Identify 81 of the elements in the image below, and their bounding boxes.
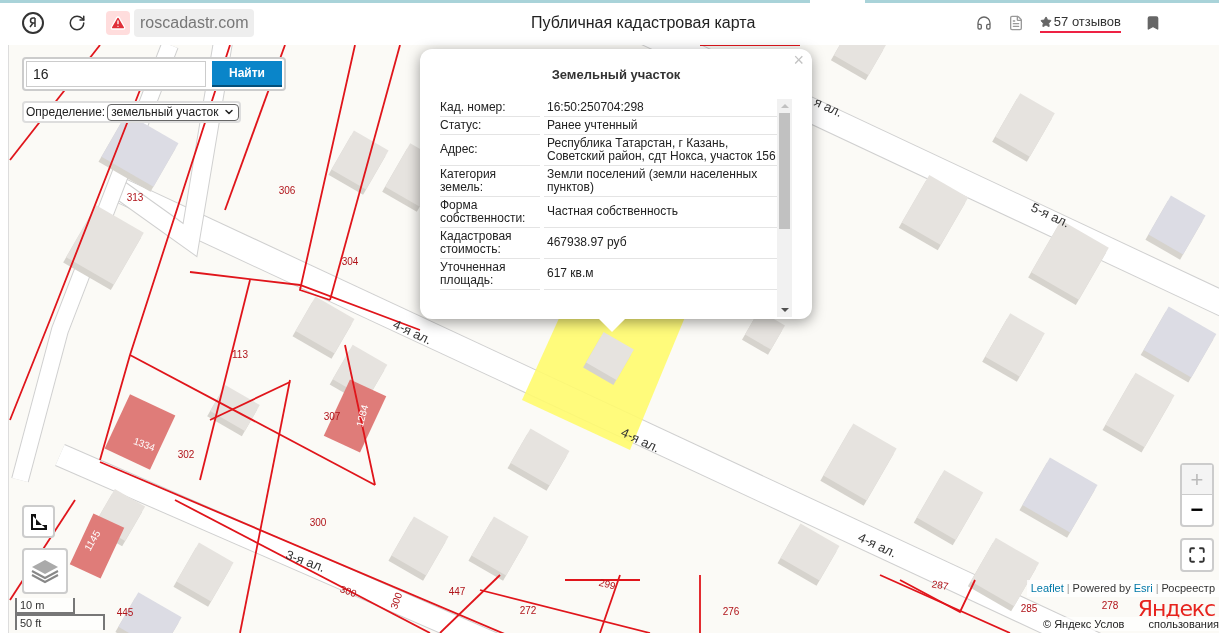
search-button[interactable]: Найти bbox=[212, 61, 282, 87]
address-bar[interactable]: roscadastr.com bbox=[134, 8, 255, 37]
esri-link[interactable]: Esri bbox=[1133, 580, 1153, 597]
reader-icon[interactable] bbox=[1007, 14, 1024, 31]
field-label: Категория земель: bbox=[440, 165, 540, 197]
field-label: Статус: bbox=[440, 116, 540, 135]
bookmark-icon[interactable] bbox=[1145, 14, 1161, 31]
building bbox=[982, 313, 1045, 382]
street-label: 5-я ал. bbox=[1028, 199, 1073, 231]
layers-button[interactable] bbox=[22, 548, 68, 594]
field-label: Адрес: bbox=[440, 134, 540, 166]
parcel-number: 287 bbox=[931, 578, 950, 592]
parcel-number: 113 bbox=[232, 348, 248, 360]
star-icon bbox=[1039, 15, 1052, 28]
separator: | bbox=[1155, 581, 1159, 596]
parcel-number: 300 bbox=[309, 516, 327, 528]
scale-bar: 50 ft bbox=[15, 614, 105, 630]
street-label: 4-я ал. bbox=[855, 529, 900, 561]
security-warning-icon[interactable] bbox=[106, 10, 130, 35]
scrollbar[interactable] bbox=[777, 98, 792, 317]
building bbox=[992, 93, 1055, 162]
letter-logo-icon bbox=[29, 17, 37, 28]
yandex-logo: Яндекс bbox=[1137, 598, 1215, 620]
parcel-number: 272 bbox=[519, 604, 537, 616]
building bbox=[507, 428, 570, 491]
street-label: 4-я ал. bbox=[390, 316, 435, 348]
parcel-number: 300 bbox=[388, 591, 405, 611]
headphones-icon[interactable] bbox=[975, 14, 992, 31]
building bbox=[830, 45, 887, 81]
street-label: 4-я ал. bbox=[618, 424, 663, 456]
street-label: я ал. bbox=[812, 94, 845, 120]
definition-select[interactable]: земельный участок bbox=[107, 103, 239, 121]
building bbox=[207, 385, 260, 437]
zoom-out-button[interactable]: − bbox=[1182, 495, 1212, 525]
layers-icon bbox=[31, 558, 59, 584]
fullscreen-icon bbox=[1188, 546, 1206, 564]
field-label: Форма собственности: bbox=[440, 196, 540, 228]
popup-title: Земельный участок bbox=[550, 66, 682, 84]
field-label: Кадастровая стоимость: bbox=[440, 227, 540, 259]
parcel-number: 300 bbox=[338, 583, 358, 600]
parcel-number: 445 bbox=[116, 606, 134, 618]
building bbox=[583, 332, 634, 386]
scale-bar: 10 m bbox=[15, 598, 75, 614]
building bbox=[328, 130, 389, 195]
parcel-number: 447 bbox=[448, 585, 466, 597]
yandex-browser-logo[interactable] bbox=[22, 11, 44, 34]
building bbox=[1145, 195, 1206, 260]
separator: | bbox=[1066, 581, 1070, 596]
parcel-number: 302 bbox=[177, 448, 195, 460]
reviews-button[interactable]: 57 отзывов bbox=[1039, 11, 1121, 34]
source-text: Росреестр bbox=[1161, 581, 1215, 596]
parcel-number: 313 bbox=[126, 191, 144, 203]
parcel-number: 278 bbox=[1101, 599, 1119, 611]
terms-text: спользования bbox=[1148, 618, 1219, 631]
fullscreen-button[interactable] bbox=[1180, 538, 1214, 572]
copyright-text: © Яндекс Услов bbox=[1043, 617, 1125, 631]
building bbox=[388, 516, 449, 581]
search-field[interactable]: 16 bbox=[26, 61, 206, 87]
field-label: Кад. номер: bbox=[440, 98, 540, 117]
building bbox=[468, 516, 529, 581]
ruler-icon bbox=[29, 512, 48, 531]
parcel-number: 276 bbox=[722, 605, 740, 617]
ruler-button[interactable] bbox=[22, 505, 55, 538]
field-label: Уточненная площадь: bbox=[440, 258, 540, 290]
parcel-number: 304 bbox=[341, 255, 359, 267]
powered-by-text: Powered by bbox=[1072, 581, 1131, 596]
building-number: 1334 bbox=[131, 435, 157, 454]
parcel-number: 306 bbox=[278, 184, 296, 196]
leaflet-link[interactable]: Leaflet bbox=[1030, 580, 1064, 597]
reload-icon[interactable] bbox=[68, 13, 86, 32]
building-number: 1284 bbox=[354, 403, 371, 428]
street-label: 3-я ал. bbox=[283, 547, 327, 575]
parcel-number: 299 bbox=[597, 576, 617, 592]
field-value: Ранее учтенный bbox=[544, 116, 777, 135]
field-value: 16:50:250704:298 bbox=[544, 98, 777, 117]
building bbox=[777, 523, 840, 586]
definition-label: Определение: bbox=[26, 104, 106, 121]
parcel-number: 307 bbox=[323, 410, 341, 422]
building bbox=[292, 296, 355, 359]
page-title: Публичная кадастровая карта bbox=[531, 12, 756, 33]
parcel-number: 285 bbox=[1020, 602, 1038, 614]
